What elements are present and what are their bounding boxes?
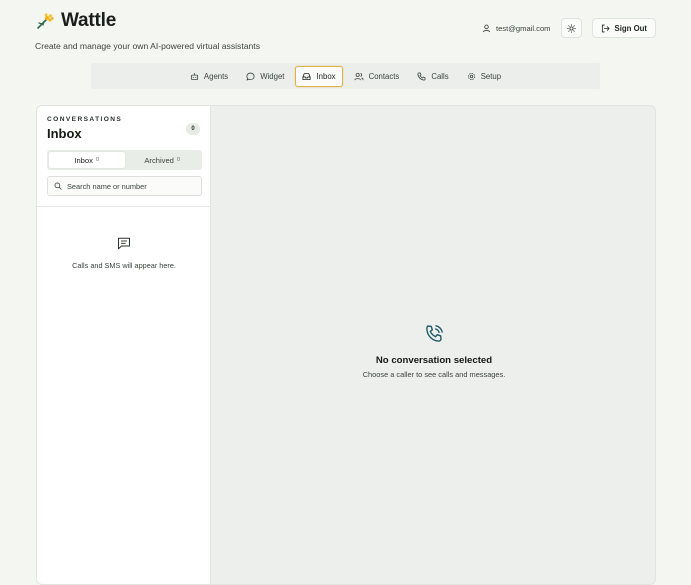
nav-label: Setup bbox=[480, 71, 502, 81]
nav-item-agents[interactable]: Agents bbox=[183, 66, 235, 87]
tab-label: Archived bbox=[144, 155, 174, 165]
nav-label: Contacts bbox=[368, 71, 400, 81]
sign-out-label: Sign Out bbox=[614, 23, 647, 33]
tab-count: 0 bbox=[176, 157, 181, 163]
nav-label: Inbox bbox=[316, 71, 336, 81]
nav-item-calls[interactable]: Calls bbox=[410, 66, 455, 87]
search-icon bbox=[54, 182, 62, 190]
nav-item-contacts[interactable]: Contacts bbox=[347, 66, 407, 87]
section-eyebrow: CONVERSATIONS bbox=[47, 116, 123, 123]
phone-icon bbox=[417, 71, 426, 81]
search-input[interactable] bbox=[67, 181, 192, 191]
empty-detail-subtitle: Choose a caller to see calls and message… bbox=[362, 370, 506, 379]
nav-item-setup[interactable]: Setup bbox=[460, 66, 508, 87]
robot-icon bbox=[190, 72, 198, 80]
empty-list-message: Calls and SMS will appear here. bbox=[72, 261, 176, 270]
phone-call-icon bbox=[426, 325, 443, 342]
tab-count: 0 bbox=[95, 157, 100, 163]
app-header: Wattle Create and manage your own AI-pow… bbox=[35, 10, 260, 51]
search-box bbox=[47, 176, 202, 196]
nav-item-widget[interactable]: Widget bbox=[239, 66, 291, 87]
nav-label: Calls bbox=[431, 71, 449, 81]
main-nav: Agents Widget Inbox Contacts Calls Setup bbox=[91, 63, 600, 89]
sign-out-button[interactable]: Sign Out bbox=[591, 18, 656, 38]
sign-out-icon bbox=[601, 24, 610, 32]
tab-archived[interactable]: Archived 0 bbox=[125, 152, 201, 168]
nav-item-inbox[interactable]: Inbox bbox=[295, 65, 343, 87]
theme-toggle-button[interactable] bbox=[560, 18, 582, 38]
inbox-panel: CONVERSATIONS Inbox 0 Inbox 0 Archived 0 bbox=[36, 105, 656, 585]
tab-inbox[interactable]: Inbox 0 bbox=[49, 152, 125, 168]
sun-icon bbox=[566, 23, 576, 33]
nav-label: Widget bbox=[260, 71, 285, 81]
inbox-archive-toggle: Inbox 0 Archived 0 bbox=[47, 150, 202, 170]
user-area: test@gmail.com Sign Out bbox=[482, 18, 656, 38]
users-icon bbox=[353, 72, 364, 80]
chat-bubble-icon bbox=[246, 72, 255, 81]
nav-label: Agents bbox=[203, 71, 229, 81]
user-email-text: test@gmail.com bbox=[495, 23, 551, 33]
inbox-icon bbox=[302, 72, 311, 80]
tab-label: Inbox bbox=[74, 155, 93, 165]
empty-detail-state: No conversation selected Choose a caller… bbox=[211, 324, 655, 379]
inbox-title: Inbox bbox=[47, 126, 82, 141]
brand-name: Wattle bbox=[61, 10, 117, 31]
gear-icon bbox=[467, 72, 475, 80]
empty-list-state: Calls and SMS will appear here. bbox=[37, 237, 211, 270]
message-square-icon bbox=[118, 237, 130, 250]
user-icon bbox=[482, 24, 491, 32]
user-email: test@gmail.com bbox=[482, 24, 551, 33]
conversation-list-pane: CONVERSATIONS Inbox 0 Inbox 0 Archived 0 bbox=[37, 106, 211, 584]
divider bbox=[37, 206, 211, 207]
wattle-sprig-icon bbox=[37, 13, 54, 29]
tagline: Create and manage your own AI-powered vi… bbox=[35, 41, 260, 51]
conversation-count-badge: 0 bbox=[186, 123, 200, 135]
brand[interactable]: Wattle bbox=[35, 10, 260, 32]
empty-detail-title: No conversation selected bbox=[375, 355, 493, 366]
